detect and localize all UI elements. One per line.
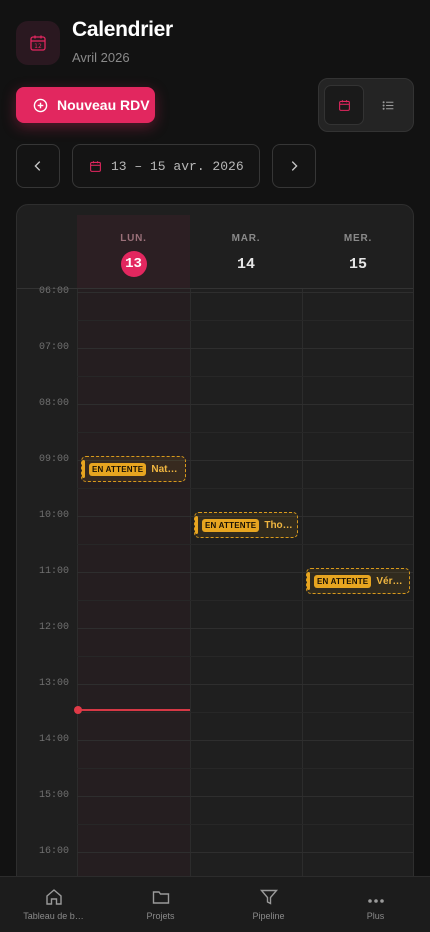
column-divider bbox=[190, 289, 191, 903]
folder-icon bbox=[152, 891, 169, 904]
tab-dashboard[interactable]: Tableau de b… bbox=[0, 877, 107, 932]
tab-label: Projets bbox=[146, 911, 175, 921]
hour-line bbox=[77, 852, 413, 853]
hour-label: 15:00 bbox=[38, 790, 69, 801]
day-of-week: LUN. bbox=[120, 233, 147, 244]
day-of-week: MAR. bbox=[231, 233, 261, 244]
hour-label: 07:00 bbox=[38, 342, 69, 353]
half-hour-line bbox=[77, 656, 413, 657]
tab-projects[interactable]: Projets bbox=[107, 877, 214, 932]
current-time-line bbox=[78, 709, 190, 711]
hour-line bbox=[77, 404, 413, 405]
half-hour-line bbox=[77, 544, 413, 545]
tab-label: Plus bbox=[366, 911, 385, 921]
page-header: 12 Calendrier Avril 2026 bbox=[16, 18, 414, 68]
chevron-right-icon bbox=[291, 161, 298, 171]
svg-text:12: 12 bbox=[34, 43, 42, 50]
calendar-icon: 12 bbox=[16, 21, 60, 65]
new-appointment-button[interactable]: Nouveau RDV bbox=[16, 87, 155, 123]
appointment-event[interactable]: EN ATTENTE Vér… bbox=[306, 568, 410, 594]
day-header-mon[interactable]: LUN. 13 bbox=[77, 215, 190, 289]
hour-line bbox=[77, 796, 413, 797]
list-view-button[interactable] bbox=[368, 85, 408, 125]
calendar-icon bbox=[338, 99, 350, 111]
hour-label: 11:00 bbox=[38, 566, 69, 577]
hour-line bbox=[77, 684, 413, 685]
tab-label: Pipeline bbox=[252, 911, 285, 921]
half-hour-line bbox=[77, 712, 413, 713]
half-hour-line bbox=[77, 376, 413, 377]
hour-label: 06:00 bbox=[38, 286, 69, 297]
half-hour-line bbox=[77, 432, 413, 433]
hour-label: 14:00 bbox=[38, 734, 69, 745]
plus-circle-icon bbox=[33, 98, 48, 112]
half-hour-line bbox=[77, 488, 413, 489]
hour-label: 16:00 bbox=[38, 846, 69, 857]
chevron-left-icon bbox=[34, 161, 41, 171]
day-header-wed[interactable]: MER. 15 bbox=[302, 215, 413, 289]
tab-more[interactable]: Plus bbox=[322, 877, 429, 932]
day-number: 14 bbox=[236, 255, 255, 273]
appointment-event[interactable]: EN ATTENTE Nat… bbox=[81, 456, 186, 482]
hour-line bbox=[77, 628, 413, 629]
half-hour-line bbox=[77, 320, 413, 321]
day-header-tue[interactable]: MAR. 14 bbox=[190, 215, 302, 289]
page-title: Calendrier bbox=[72, 18, 173, 41]
status-badge: EN ATTENTE bbox=[314, 574, 372, 588]
filter-icon bbox=[259, 889, 278, 905]
half-hour-line bbox=[77, 824, 413, 825]
hour-line bbox=[77, 292, 413, 293]
time-grid[interactable]: 06:00 07:00 08:00 09:00 10:00 11:00 12:00 13:00… bbox=[17, 286, 413, 903]
hour-line bbox=[77, 740, 413, 741]
today-column bbox=[77, 289, 190, 903]
more-icon bbox=[367, 899, 384, 903]
hour-label: 09:00 bbox=[38, 454, 69, 465]
status-badge: EN ATTENTE bbox=[89, 462, 147, 476]
calendar-grid: LUN. 13 MAR. 14 MER. 15 06:00 07:00 08:00 0… bbox=[16, 204, 414, 904]
day-of-week: MER. bbox=[343, 233, 373, 244]
half-hour-line bbox=[77, 600, 413, 601]
page-subtitle: Avril 2026 bbox=[72, 50, 130, 65]
date-range-picker[interactable]: 13 – 15 avr. 2026 bbox=[72, 144, 260, 188]
event-client-name: Tho… bbox=[264, 519, 293, 531]
new-appointment-label: Nouveau RDV bbox=[57, 97, 150, 113]
calendar-icon bbox=[90, 160, 101, 172]
date-range-label: 13 – 15 avr. 2026 bbox=[111, 158, 244, 174]
column-divider bbox=[77, 289, 78, 903]
hour-line bbox=[77, 348, 413, 349]
event-client-name: Nat… bbox=[151, 463, 178, 475]
hour-label: 13:00 bbox=[38, 678, 69, 689]
tab-label: Tableau de b… bbox=[23, 911, 84, 921]
tab-pipeline[interactable]: Pipeline bbox=[215, 877, 322, 932]
list-icon bbox=[382, 100, 393, 110]
calendar-view-button[interactable] bbox=[324, 85, 364, 125]
hour-label: 10:00 bbox=[38, 510, 69, 521]
day-number: 13 bbox=[120, 251, 147, 277]
status-badge: EN ATTENTE bbox=[202, 518, 260, 532]
current-time-dot bbox=[74, 706, 82, 714]
day-number: 15 bbox=[348, 255, 367, 273]
bottom-navigation: Tableau de b… Projets Pipeline Plus bbox=[0, 876, 430, 932]
hour-label: 12:00 bbox=[38, 622, 69, 633]
appointment-event[interactable]: EN ATTENTE Tho… bbox=[194, 512, 298, 538]
previous-range-button[interactable] bbox=[16, 144, 60, 188]
home-icon bbox=[45, 889, 62, 905]
view-toggle bbox=[318, 78, 414, 132]
half-hour-line bbox=[77, 768, 413, 769]
event-client-name: Vér… bbox=[376, 575, 403, 587]
next-range-button[interactable] bbox=[272, 144, 316, 188]
hour-label: 08:00 bbox=[38, 398, 69, 409]
column-divider bbox=[302, 289, 303, 903]
